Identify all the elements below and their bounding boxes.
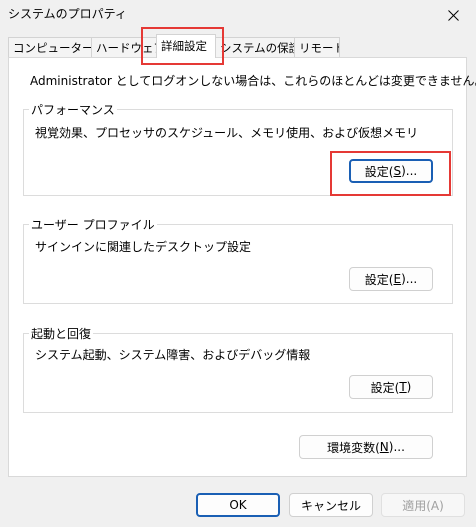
user-profile-settings-accesskey: E (393, 272, 402, 286)
cancel-button[interactable]: キャンセル (289, 493, 373, 517)
ok-button[interactable]: OK (196, 493, 280, 517)
apply-button[interactable]: 適用(A) (381, 493, 465, 517)
user-profile-group-title: ユーザー プロファイル (29, 216, 157, 233)
user-profile-settings-label-pre: 設定( (364, 272, 394, 287)
admin-note: Administrator としてログオンしない場合は、これらのほとんどは変更で… (30, 74, 476, 88)
tab-system-protection[interactable]: システムの保護 (215, 37, 295, 57)
tab-advanced[interactable]: 詳細設定 (156, 34, 216, 58)
startup-recovery-settings-label-pre: 設定( (370, 380, 400, 395)
tab-computer-name[interactable]: コンピューター名 (8, 37, 92, 57)
env-vars-label-post: )... (388, 440, 405, 454)
performance-settings-button[interactable]: 設定(S)... (349, 159, 433, 183)
startup-recovery-settings-accesskey: T (399, 380, 407, 394)
startup-recovery-settings-button[interactable]: 設定(T) (349, 375, 433, 399)
close-icon (447, 9, 459, 21)
window-title: システムのプロパティ (8, 7, 127, 21)
environment-variables-button[interactable]: 環境変数(N)... (299, 435, 433, 459)
performance-settings-accesskey: S (393, 164, 402, 178)
performance-group-title: パフォーマンス (29, 101, 117, 118)
tab-remote[interactable]: リモート (294, 37, 340, 57)
title-bar: システムのプロパティ (0, 0, 476, 30)
env-vars-accesskey: N (379, 440, 389, 454)
startup-recovery-group-title: 起動と回復 (29, 325, 94, 342)
user-profile-settings-label-post: )... (401, 272, 418, 286)
close-button[interactable] (430, 0, 476, 30)
system-properties-dialog: システムのプロパティ コンピューター名 ハードウェア 詳細設定 システムの保護 … (0, 0, 476, 527)
startup-recovery-description: システム起動、システム障害、およびデバッグ情報 (35, 348, 311, 362)
user-profile-settings-button[interactable]: 設定(E)... (349, 267, 433, 291)
startup-recovery-settings-label-post: ) (406, 380, 412, 394)
performance-description: 視覚効果、プロセッサのスケジュール、メモリ使用、および仮想メモリ (35, 126, 419, 140)
performance-settings-label-post: )... (401, 164, 418, 178)
user-profile-description: サインインに関連したデスクトップ設定 (35, 240, 252, 254)
startup-recovery-group (23, 333, 453, 413)
performance-settings-label-pre: 設定( (364, 164, 394, 179)
user-profile-group (23, 224, 453, 304)
tab-hardware[interactable]: ハードウェア (91, 37, 157, 57)
env-vars-label-pre: 環境変数( (327, 440, 380, 455)
